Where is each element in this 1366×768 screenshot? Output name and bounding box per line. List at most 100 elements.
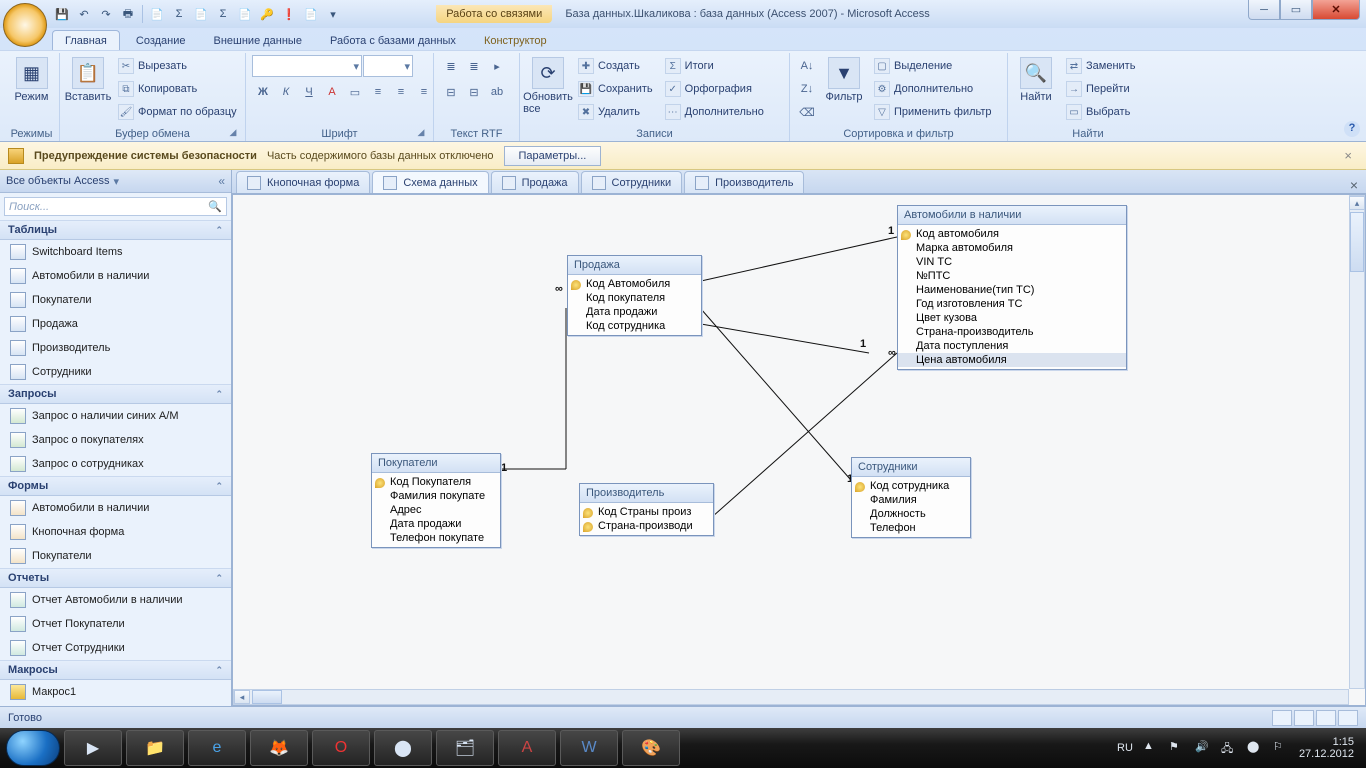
table-field[interactable]: Телефон покупате [372,531,500,545]
font-name-combo[interactable]: ▾ [252,55,362,77]
align-center-button[interactable]: ≡ [390,81,412,103]
taskbar-app[interactable]: 🦊 [250,730,308,766]
table-field[interactable]: Адрес [372,503,500,517]
table-field[interactable]: Должность [852,507,970,521]
close-tab-icon[interactable]: × [1342,177,1366,193]
table-field[interactable]: №ПТС [898,269,1126,283]
toggle-filter-button[interactable]: ▽Применить фильтр [870,101,996,123]
help-icon[interactable]: ? [1344,121,1360,137]
new-record-button[interactable]: ✚Создать [574,55,657,77]
qat-icon[interactable]: ❗ [279,4,299,24]
qat-icon[interactable]: 📄 [147,4,167,24]
table-field[interactable]: Дата поступления [898,339,1126,353]
table-field[interactable]: Страна-производи [580,519,713,533]
table-field[interactable]: Код сотрудника [568,319,701,333]
tab-designer[interactable]: Конструктор [472,31,559,50]
qat-icon[interactable]: 📄 [301,4,321,24]
delete-record-button[interactable]: ✖Удалить [574,101,657,123]
table-title[interactable]: Автомобили в наличии [898,206,1126,225]
nav-item[interactable]: Производитель [0,336,231,360]
document-tab[interactable]: Кнопочная форма [236,171,370,193]
minimize-button[interactable]: ─ [1248,0,1280,20]
nav-item[interactable]: Запрос о покупателях [0,428,231,452]
table-box-proizvoditel[interactable]: Производитель Код Страны произСтрана-прои… [579,483,714,536]
table-field[interactable]: Цвет кузова [898,311,1126,325]
table-title[interactable]: Производитель [580,484,713,503]
taskbar-app[interactable]: A [498,730,556,766]
qat-icon[interactable]: Σ [213,4,233,24]
nav-item[interactable]: Запрос о наличии синих А/М [0,404,231,428]
taskbar-app[interactable]: W [560,730,618,766]
close-button[interactable]: ✕ [1312,0,1360,20]
nav-category-macros[interactable]: Макросы⌃ [0,660,231,680]
taskbar-app[interactable]: O [312,730,370,766]
view-button[interactable]: ▦Режим [10,55,53,105]
table-field[interactable]: Год изготовления ТС [898,297,1126,311]
qat-icon[interactable]: 📄 [235,4,255,24]
taskbar-app[interactable]: 📁 [126,730,184,766]
format-painter-button[interactable]: 🖌Формат по образцу [114,101,241,123]
tab-create[interactable]: Создание [124,31,198,50]
qat-icon[interactable]: Σ [169,4,189,24]
office-button[interactable] [3,3,47,47]
clear-sort-button[interactable]: ⌫ [796,101,818,123]
nav-category-reports[interactable]: Отчеты⌃ [0,568,231,588]
table-field[interactable]: Фамилия [852,493,970,507]
tab-external-data[interactable]: Внешние данные [202,31,314,50]
table-field[interactable]: Код Автомобиля [568,277,701,291]
table-field[interactable]: Код Страны произ [580,505,713,519]
relationships-canvas[interactable]: ∞1 1 ∞1 1 ∞ 1 1 ПродажаКод АвтомобиляКод… [232,194,1366,706]
document-tab[interactable]: Схема данных [372,171,488,193]
selection-filter-button[interactable]: ▢Выделение [870,55,996,77]
rtf-button[interactable]: ab [486,81,508,103]
nav-item[interactable]: Отчет Покупатели [0,612,231,636]
nav-item[interactable]: Сотрудники [0,360,231,384]
nav-item[interactable]: Запрос о сотрудниках [0,452,231,476]
view-switch-button[interactable] [1338,710,1358,726]
flag-icon[interactable]: ⚑ [1169,740,1185,756]
advanced-filter-button[interactable]: ⚙Дополнительно [870,78,996,100]
security-close-icon[interactable]: × [1338,148,1358,163]
print-icon[interactable]: 🖶 [118,4,138,24]
nav-category-tables[interactable]: Таблицы⌃ [0,220,231,240]
table-field[interactable]: Телефон [852,521,970,535]
dialog-launcher-icon[interactable]: ◢ [227,127,239,139]
nav-item[interactable]: Покупатели [0,544,231,568]
navpane-header[interactable]: Все объекты Access▾ « [0,170,231,193]
nav-item[interactable]: Макрос1 [0,680,231,704]
nav-item[interactable]: Кнопочная форма [0,520,231,544]
taskbar-app[interactable]: 🗂 [436,730,494,766]
replace-button[interactable]: ⇄Заменить [1062,55,1139,77]
copy-button[interactable]: ⧉Копировать [114,78,241,100]
nav-item[interactable]: Автомобили в наличии [0,496,231,520]
rtf-button[interactable]: ▸ [486,55,508,77]
start-button[interactable] [6,730,60,766]
table-field[interactable]: VIN ТС [898,255,1126,269]
nav-category-queries[interactable]: Запросы⌃ [0,384,231,404]
font-color-button[interactable]: A [321,81,343,103]
nav-item[interactable]: Покупатели [0,288,231,312]
select-button[interactable]: ▭Выбрать [1062,101,1139,123]
language-indicator[interactable]: RU [1117,742,1133,754]
refresh-all-button[interactable]: ⟳Обновить все [526,55,570,117]
nav-item[interactable]: Продажа [0,312,231,336]
horizontal-scrollbar[interactable]: ◂ [233,689,1349,705]
table-field[interactable]: Код покупателя [568,291,701,305]
collapse-pane-icon[interactable]: « [218,174,225,188]
table-field[interactable]: Код Покупателя [372,475,500,489]
table-box-pokupateli[interactable]: ПокупателиКод ПокупателяФамилия покупате… [371,453,501,548]
tray-icon[interactable]: ▲ [1143,740,1159,756]
volume-icon[interactable]: 🔊 [1195,740,1211,756]
document-tab[interactable]: Производитель [684,171,804,193]
align-left-button[interactable]: ≡ [367,81,389,103]
taskbar-app[interactable]: ⬤ [374,730,432,766]
document-tab[interactable]: Сотрудники [581,171,683,193]
table-field[interactable]: Фамилия покупате [372,489,500,503]
security-options-button[interactable]: Параметры... [504,146,602,166]
save-record-button[interactable]: 💾Сохранить [574,78,657,100]
table-field[interactable]: Наименование(тип ТС) [898,283,1126,297]
network-icon[interactable]: 🖧 [1221,740,1237,756]
taskbar-app[interactable]: ▶ [64,730,122,766]
view-switch-button[interactable] [1294,710,1314,726]
filter-button[interactable]: ▼Фильтр [822,55,866,105]
